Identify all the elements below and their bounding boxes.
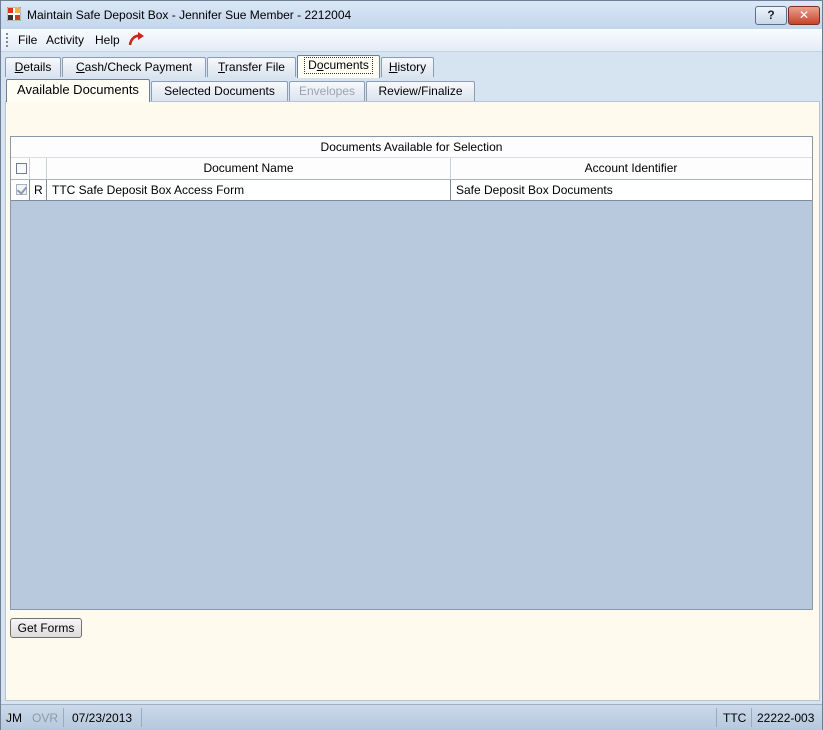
documents-grid: Documents Available for Selection Docume…: [10, 136, 813, 610]
curved-arrow-icon[interactable]: [128, 31, 146, 47]
tab-details[interactable]: Details: [5, 57, 61, 77]
status-bar: JM OVR 07/23/2013 TTC 22222-003: [1, 704, 822, 730]
window-title: Maintain Safe Deposit Box - Jennifer Sue…: [27, 8, 352, 22]
tab-transfer-label: ransfer File: [224, 60, 285, 74]
tab-details-label: etails: [23, 60, 52, 74]
tab-history[interactable]: History: [381, 57, 434, 77]
column-header-account-identifier[interactable]: Account Identifier: [451, 158, 811, 179]
tab-history-label: istory: [397, 60, 427, 74]
tab-cash-check-payment[interactable]: Cash/Check Payment: [62, 57, 206, 77]
row-divider: [450, 180, 451, 200]
tab-review-finalize[interactable]: Review/Finalize: [366, 81, 475, 101]
tab-transfer-mnemonic: T: [218, 60, 225, 74]
grid-header: Document Name Account Identifier: [11, 158, 812, 180]
tab-documents-label: cuments: [323, 58, 369, 72]
column-divider: [29, 158, 30, 179]
menu-activity[interactable]: Activity: [46, 33, 84, 47]
tab-selected-documents[interactable]: Selected Documents: [151, 81, 288, 101]
menu-help[interactable]: Help: [95, 33, 120, 47]
row-divider: [46, 180, 47, 200]
main-window: Maintain Safe Deposit Box - Jennifer Sue…: [0, 0, 823, 730]
row-account-identifier: Safe Deposit Box Documents: [456, 183, 613, 197]
grid-title: Documents Available for Selection: [11, 137, 812, 158]
tab-cash-label: ash/Check Payment: [84, 60, 193, 74]
tab-envelopes: Envelopes: [289, 81, 365, 101]
tab-history-mnemonic: H: [388, 60, 398, 74]
status-divider: [716, 708, 717, 727]
tab-documents[interactable]: Documents: [297, 55, 380, 78]
get-forms-button[interactable]: Get Forms: [10, 618, 82, 638]
close-button[interactable]: ✕: [788, 6, 820, 25]
tab-available-documents[interactable]: Available Documents: [6, 79, 150, 102]
status-user: JM: [6, 711, 22, 725]
table-row[interactable]: R TTC Safe Deposit Box Access Form Safe …: [11, 180, 812, 201]
status-divider: [63, 708, 64, 727]
app-icon: [7, 7, 21, 21]
status-institution: TTC: [723, 711, 747, 725]
tab-documents-pre: D: [308, 58, 317, 72]
row-checkbox: [16, 184, 27, 195]
menu-bar: File Activity Help: [1, 29, 822, 52]
status-divider: [751, 708, 752, 727]
menu-grip: [6, 33, 8, 47]
row-divider: [29, 180, 30, 200]
tab-cash-mnemonic: C: [75, 60, 85, 74]
select-all-checkbox[interactable]: [16, 163, 27, 174]
tab-transfer-file[interactable]: Transfer File: [207, 57, 296, 77]
documents-panel: Documents Available for Selection Docume…: [5, 101, 820, 701]
status-ovr: OVR: [32, 711, 59, 725]
title-bar: Maintain Safe Deposit Box - Jennifer Sue…: [1, 1, 822, 29]
help-button[interactable]: ?: [755, 6, 787, 25]
tab-documents-mnemonic: o: [316, 58, 324, 72]
column-header-document-name[interactable]: Document Name: [47, 158, 450, 179]
row-flag: R: [34, 183, 43, 197]
row-document-name: TTC Safe Deposit Box Access Form: [52, 183, 245, 197]
status-divider: [141, 708, 142, 727]
status-date: 07/23/2013: [72, 711, 133, 725]
status-terminal: 22222-003: [757, 711, 815, 725]
menu-file[interactable]: File: [18, 33, 37, 47]
tab-documents-focus: Documents: [304, 57, 373, 74]
